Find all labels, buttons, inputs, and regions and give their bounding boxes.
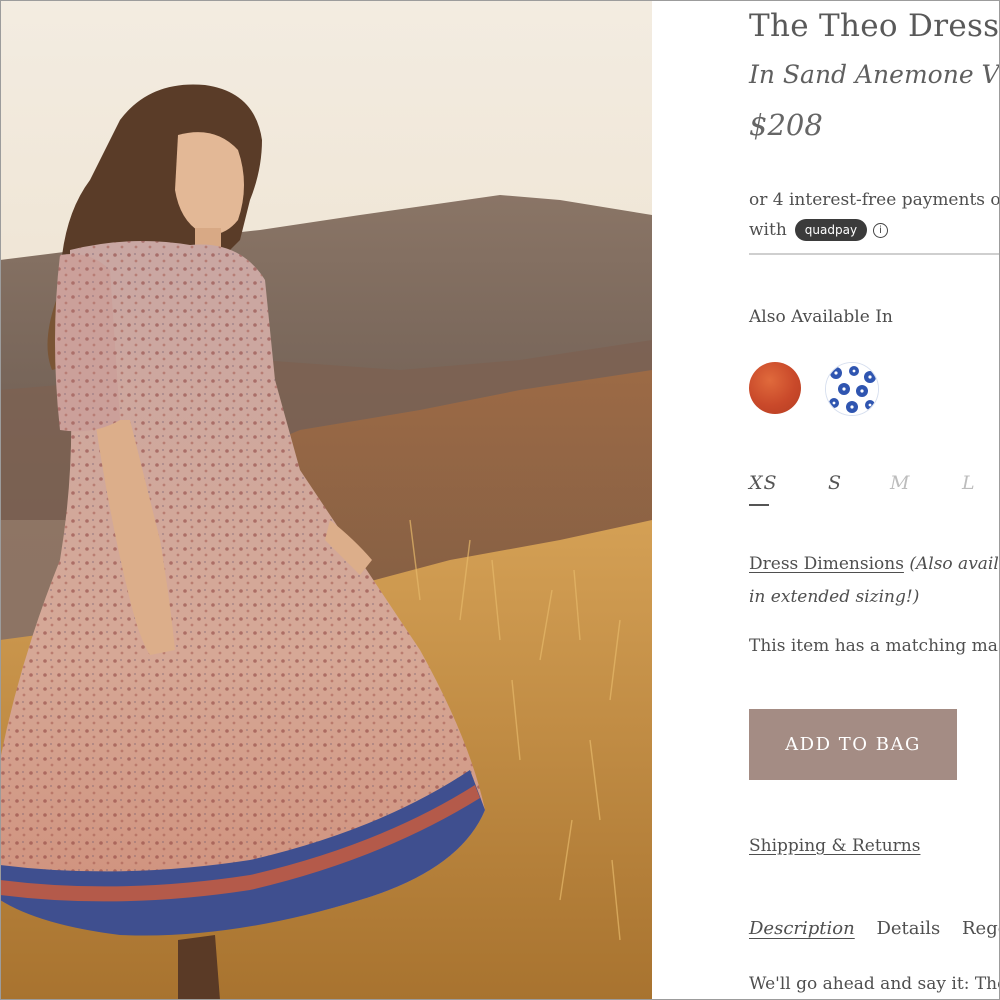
- size-option-s[interactable]: S: [828, 472, 842, 494]
- color-swatch-rust[interactable]: [749, 362, 801, 414]
- size-option-m[interactable]: M: [890, 472, 910, 494]
- product-title: The Theo Dress: [749, 8, 1000, 44]
- selected-size-underline: [749, 504, 769, 506]
- description-text: We'll go ahead and say it: The Theo Dres…: [749, 974, 1000, 994]
- installment-text: or 4 interest-free payments of $52: [749, 190, 1000, 210]
- size-option-l[interactable]: L: [962, 472, 976, 494]
- shipping-returns-link[interactable]: Shipping & Returns: [749, 836, 920, 856]
- size-selector: XS S M L: [749, 472, 1000, 512]
- dress-dimensions-row: Dress Dimensions (Also available in exte…: [749, 548, 1000, 614]
- tab-details[interactable]: Details: [876, 918, 940, 939]
- divider: [749, 253, 1000, 255]
- tab-regenerative[interactable]: Regenerative: [962, 918, 1000, 939]
- product-info-tabs: Description Details Regenerative: [749, 918, 1000, 939]
- product-colorway: In Sand Anemone Vine: [749, 60, 1000, 89]
- tab-description[interactable]: Description: [749, 918, 855, 939]
- product-photo-illustration: [0, 0, 652, 1000]
- blue-floral-pattern: [826, 363, 878, 415]
- dress-dimensions-link[interactable]: Dress Dimensions: [749, 554, 904, 574]
- product-photo[interactable]: [0, 0, 652, 1000]
- quadpay-badge[interactable]: quadpay: [794, 219, 868, 241]
- info-icon[interactable]: i: [873, 222, 889, 238]
- matching-mask-text: This item has a matching mask!: [749, 636, 1000, 656]
- also-available-heading: Also Available In: [749, 307, 893, 327]
- add-to-bag-button[interactable]: ADD TO BAG: [749, 709, 957, 780]
- size-option-xs[interactable]: XS: [749, 472, 778, 494]
- color-swatch-blue-floral[interactable]: [825, 362, 879, 416]
- product-details-panel: The Theo Dress In Sand Anemone Vine $208…: [652, 0, 1000, 1000]
- product-price: $208: [749, 108, 823, 142]
- installment-provider-row: with quadpay i: [749, 219, 889, 241]
- installment-with-text: with: [749, 220, 787, 240]
